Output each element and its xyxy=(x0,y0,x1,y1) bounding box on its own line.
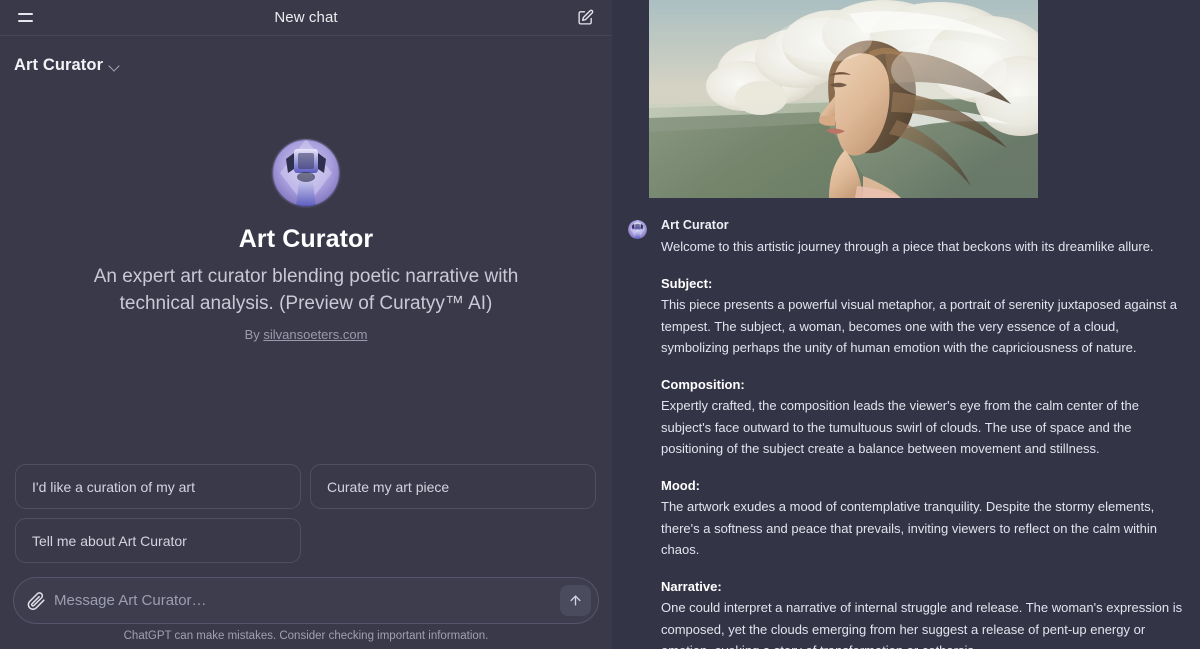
arrow-up-icon xyxy=(570,595,581,606)
app-root: New chat Art Curator Art Curator An expe… xyxy=(0,0,1200,649)
message-paragraph: Subject: This piece presents a powerful … xyxy=(661,273,1186,359)
suggestion-chip-1[interactable]: I'd like a curation of my art xyxy=(15,464,301,509)
intro-description: An expert art curator blending poetic na… xyxy=(93,265,519,314)
paragraph-text: One could interpret a narrative of inter… xyxy=(661,600,1183,649)
disclaimer-text: ChatGPT can make mistakes. Consider chec… xyxy=(123,630,489,642)
chat-pane: New chat Art Curator Art Curator An expe… xyxy=(0,0,612,649)
suggestion-label: Curate my art piece xyxy=(327,478,450,495)
composer-area xyxy=(0,577,612,630)
suggestion-label: I'd like a curation of my art xyxy=(32,478,195,495)
paragraph-text: Expertly crafted, the composition leads … xyxy=(661,398,1139,456)
paragraph-heading: Mood: xyxy=(661,477,700,493)
avatar-artwork xyxy=(628,220,647,239)
send-button[interactable] xyxy=(560,585,591,616)
paperclip-icon xyxy=(27,591,45,610)
paragraph-text: This piece presents a powerful visual me… xyxy=(661,297,1177,355)
message-paragraph: Narrative: One could interpret a narrati… xyxy=(661,576,1186,649)
chevron-down-icon xyxy=(109,60,121,72)
new-chat-pencil-icon xyxy=(577,9,593,25)
intro-title: Art Curator xyxy=(238,224,374,253)
intro-author-prefix: By xyxy=(244,326,264,342)
intro-author: By silvansoeters.com xyxy=(245,327,368,342)
intro-block: Art Curator An expert art curator blendi… xyxy=(0,16,612,464)
suggestion-chip-3[interactable]: Tell me about Art Curator xyxy=(15,518,301,563)
sidebar-toggle-button[interactable] xyxy=(12,5,38,31)
chat-header: New chat xyxy=(0,0,612,36)
new-chat-button[interactable] xyxy=(572,5,598,31)
author-link[interactable]: silvansoeters.com xyxy=(263,327,367,342)
page-title: New chat xyxy=(274,9,338,26)
conversation-pane: Art Curator Welcome to this artistic jou… xyxy=(612,0,1200,649)
artwork-illustration xyxy=(649,0,1038,198)
message-composer xyxy=(13,577,599,624)
message-paragraph: Mood: The artwork exudes a mood of conte… xyxy=(661,475,1186,561)
sidebar-toggle-icon xyxy=(17,13,33,22)
message-body: Art Curator Welcome to this artistic jou… xyxy=(661,218,1186,649)
art-curator-avatar xyxy=(628,220,647,239)
message-author: Art Curator xyxy=(661,218,729,232)
artwork-image[interactable] xyxy=(649,0,1038,198)
paragraph-heading: Composition: xyxy=(661,376,745,392)
suggestion-chip-2[interactable]: Curate my art piece xyxy=(310,464,596,509)
assistant-message: Art Curator Welcome to this artistic jou… xyxy=(628,218,1186,649)
attach-file-button[interactable] xyxy=(26,591,46,611)
paragraph-text: The artwork exudes a mood of contemplati… xyxy=(661,499,1158,557)
suggestion-label: Tell me about Art Curator xyxy=(32,532,187,549)
paragraph-text: Welcome to this artistic journey through… xyxy=(661,239,1154,254)
message-paragraph: Welcome to this artistic journey through… xyxy=(661,236,1186,258)
art-curator-avatar xyxy=(272,138,340,207)
paragraph-heading: Narrative: xyxy=(661,578,722,594)
paragraph-heading: Subject: xyxy=(661,275,713,291)
avatar-artwork xyxy=(272,138,340,207)
suggestion-list: I'd like a curation of my art Curate my … xyxy=(0,464,612,577)
message-input[interactable] xyxy=(54,592,560,609)
message-paragraph: Composition: Expertly crafted, the compo… xyxy=(661,374,1186,460)
